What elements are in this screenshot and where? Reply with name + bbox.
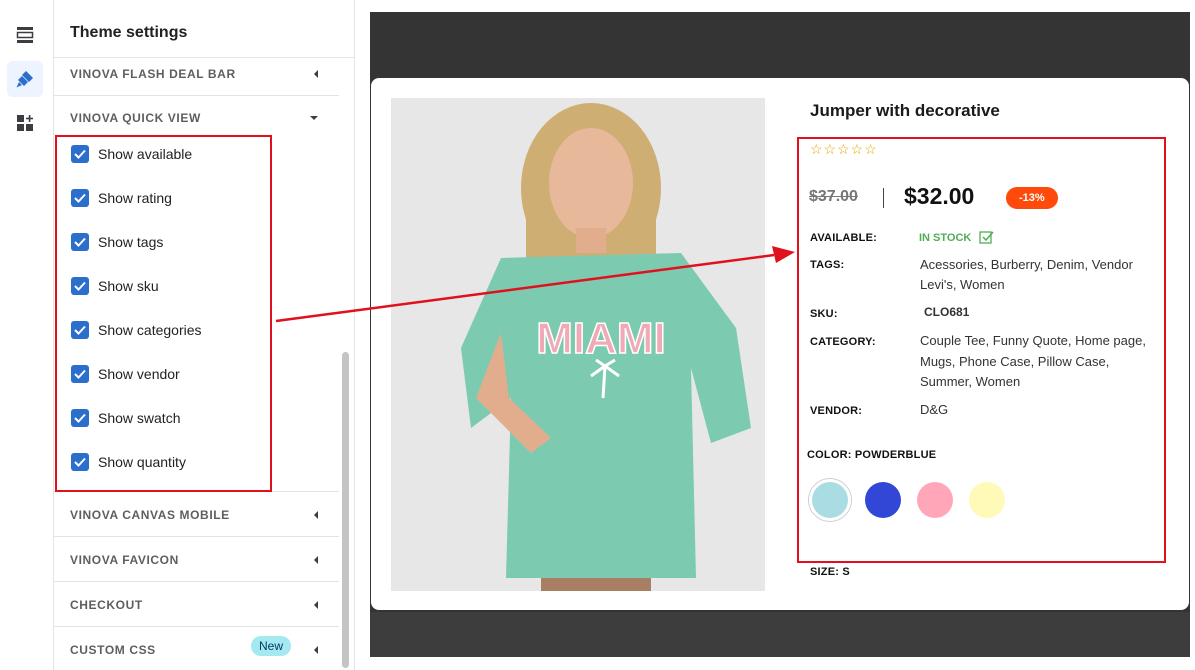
- annotation-arrow-icon: [275, 246, 795, 323]
